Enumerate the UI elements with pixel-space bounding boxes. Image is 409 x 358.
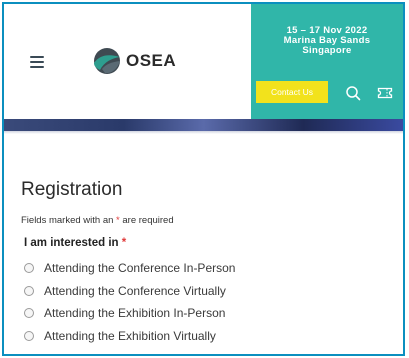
ticket-icon[interactable] <box>377 86 393 100</box>
interest-required-star: * <box>121 237 127 249</box>
radio-button[interactable] <box>24 331 34 342</box>
page-frame: OSEA 15 – 17 Nov 2022 Marina Bay Sands S… <box>2 2 405 356</box>
event-panel: 15 – 17 Nov 2022 Marina Bay Sands Singap… <box>251 4 403 119</box>
required-note: Fields marked with an * are required <box>21 215 174 226</box>
site-header: OSEA 15 – 17 Nov 2022 Marina Bay Sands S… <box>4 4 403 119</box>
option-label: Attending the Exhibition Virtually <box>44 329 216 344</box>
osea-logo-icon <box>94 48 120 74</box>
osea-logo[interactable]: OSEA <box>90 44 176 78</box>
search-icon[interactable] <box>345 85 361 101</box>
event-info: 15 – 17 Nov 2022 Marina Bay Sands Singap… <box>251 26 403 56</box>
option-conference-in-person[interactable]: Attending the Conference In-Person <box>24 257 235 280</box>
interest-field-label: I am interested in * <box>24 237 126 249</box>
page-title: Registration <box>21 179 123 200</box>
hero-banner-strip <box>4 119 403 131</box>
hamburger-menu-icon[interactable] <box>30 56 44 68</box>
interest-options: Attending the Conference In-Person Atten… <box>24 257 235 347</box>
option-exhibition-virtually[interactable]: Attending the Exhibition Virtually <box>24 325 235 348</box>
option-label: Attending the Conference In-Person <box>44 261 236 276</box>
option-exhibition-in-person[interactable]: Attending the Exhibition In-Person <box>24 302 235 325</box>
radio-button[interactable] <box>24 308 34 319</box>
radio-button[interactable] <box>24 263 34 274</box>
required-note-suffix: are required <box>119 215 174 226</box>
banner-shadow <box>4 131 403 134</box>
option-label: Attending the Conference Virtually <box>44 283 226 298</box>
radio-button[interactable] <box>24 285 34 296</box>
option-label: Attending the Exhibition In-Person <box>44 306 226 321</box>
option-conference-virtually[interactable]: Attending the Conference Virtually <box>24 280 235 303</box>
interest-label-text: I am interested in <box>24 237 122 249</box>
event-city: Singapore <box>302 45 352 56</box>
required-note-prefix: Fields marked with an <box>21 215 117 226</box>
logo-text: OSEA <box>126 51 177 70</box>
contact-us-button[interactable]: Contact Us <box>256 81 328 103</box>
